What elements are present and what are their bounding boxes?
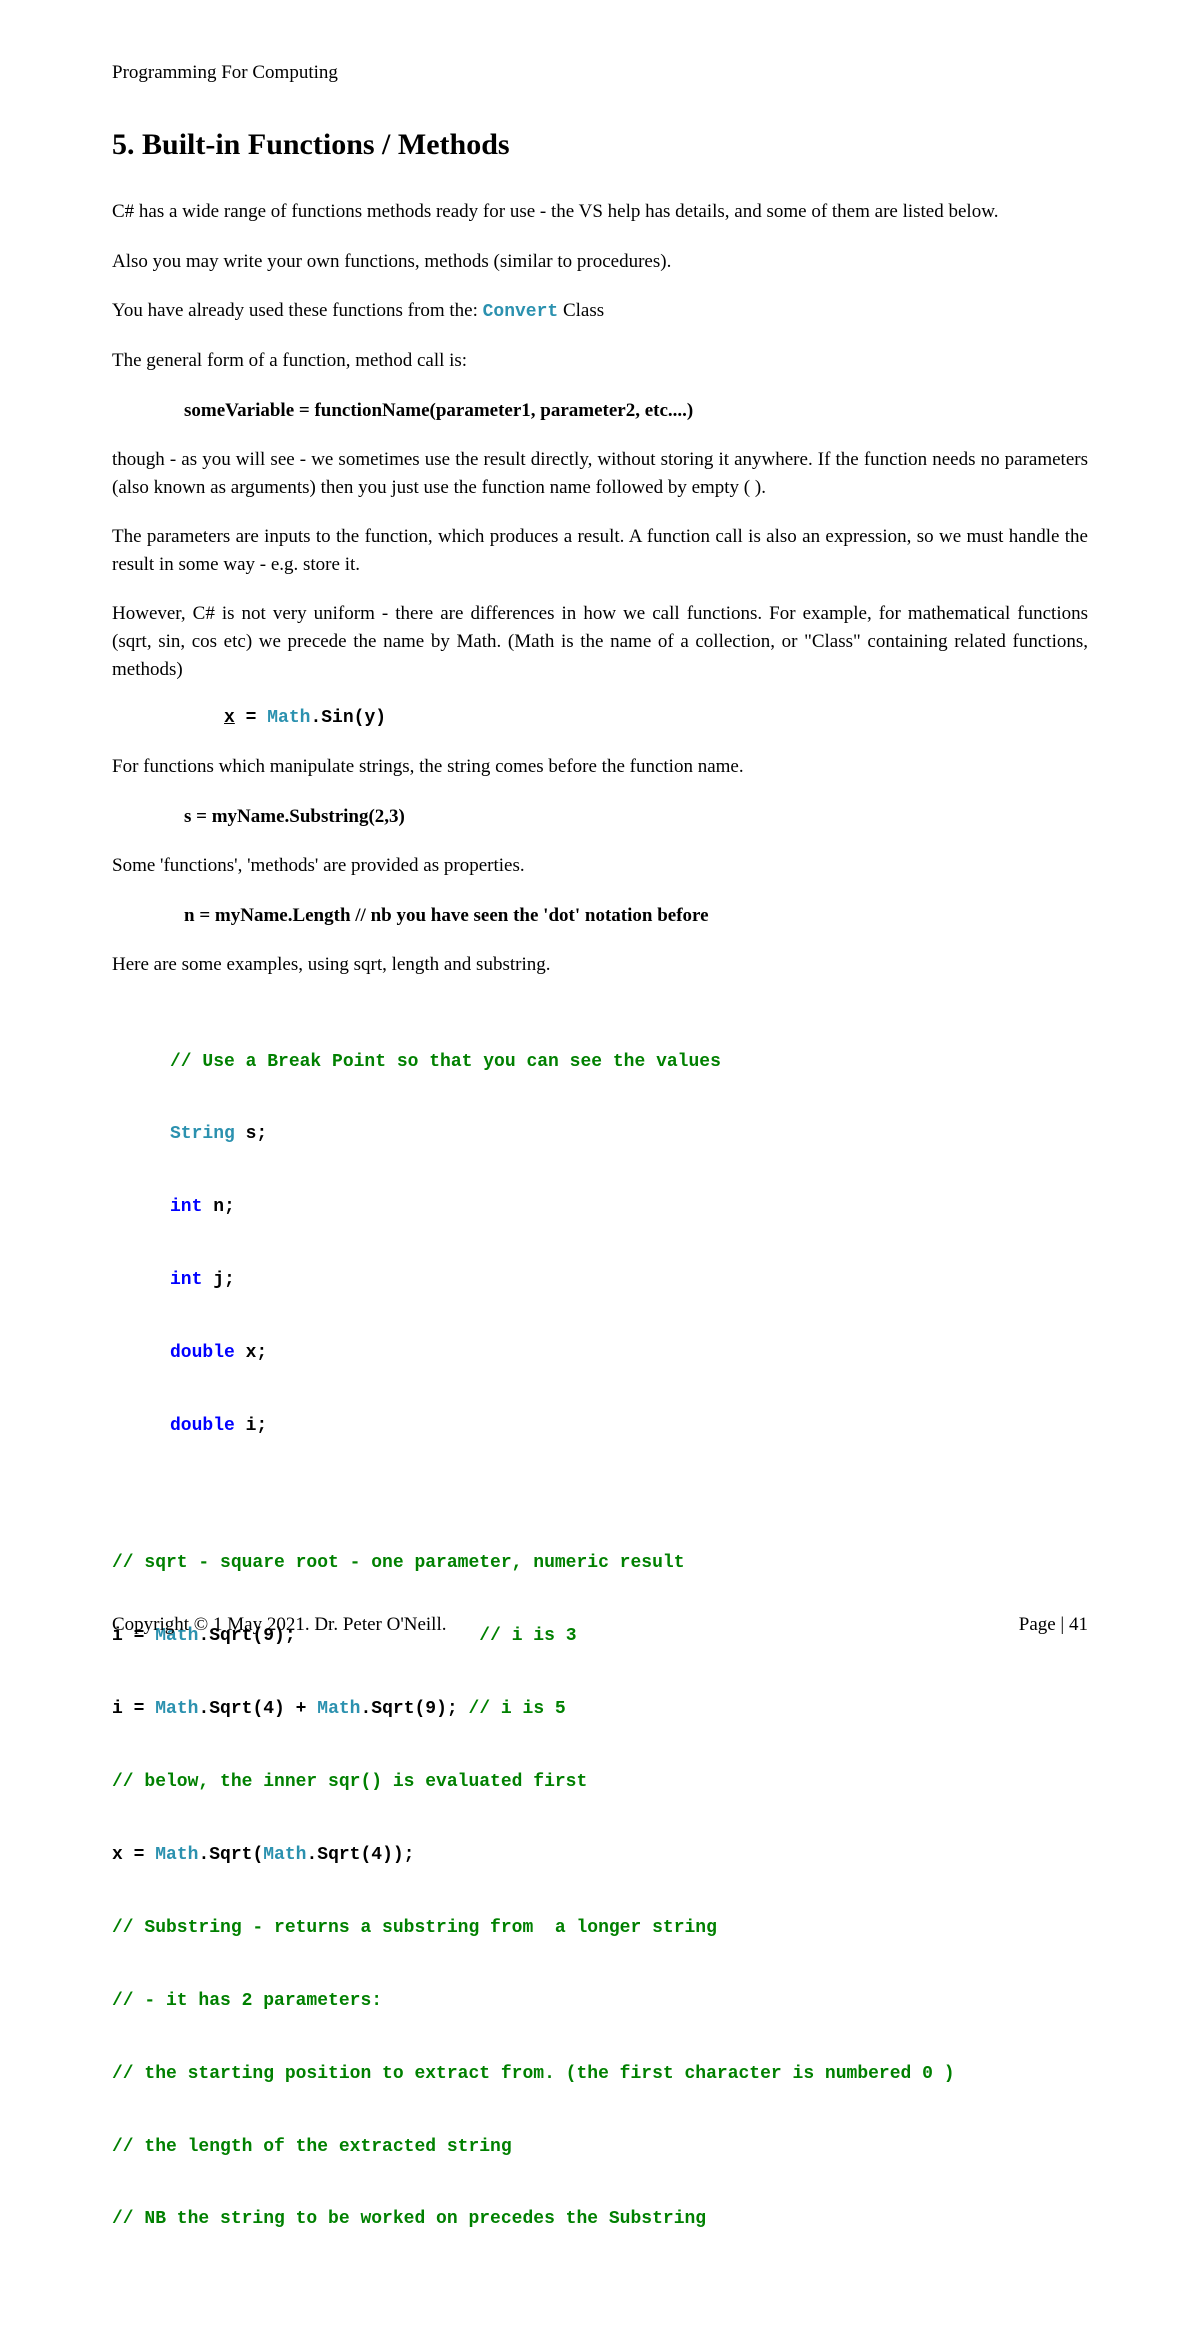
comment: // below, the inner sqr() is evaluated f… bbox=[112, 1772, 587, 1792]
text: j; bbox=[202, 1270, 234, 1290]
comment: // - it has 2 parameters: bbox=[112, 1991, 382, 2011]
text: .Sqrt(9); bbox=[360, 1699, 468, 1719]
math-class: Math bbox=[267, 708, 310, 728]
para-though: though - as you will see - we sometimes … bbox=[112, 446, 1088, 501]
text: i; bbox=[235, 1416, 267, 1436]
text: Class bbox=[558, 300, 604, 321]
formula-length: n = myName.Length // nb you have seen th… bbox=[184, 902, 1088, 930]
code-block-declarations: // Use a Break Point so that you can see… bbox=[170, 1001, 1088, 1487]
text: x; bbox=[235, 1343, 267, 1363]
comment: // the length of the extracted string bbox=[112, 2137, 512, 2157]
para-general-form: The general form of a function, method c… bbox=[112, 347, 1088, 375]
math-class: Math bbox=[155, 1845, 198, 1865]
comment: // i is 5 bbox=[469, 1699, 566, 1719]
comment: // sqrt - square root - one parameter, n… bbox=[112, 1553, 685, 1573]
footer-copyright: Copyright © 1 May 2021. Dr. Peter O'Neil… bbox=[112, 1614, 447, 1636]
comment: // Substring - returns a substring from … bbox=[112, 1918, 717, 1938]
section-title: 5. Built-in Functions / Methods bbox=[112, 128, 1088, 162]
para-examples: Here are some examples, using sqrt, leng… bbox=[112, 951, 1088, 979]
code-math-sin: x = Math.Sin(y) bbox=[224, 705, 1088, 731]
math-class: Math bbox=[317, 1699, 360, 1719]
page-header: Programming For Computing bbox=[112, 62, 1088, 84]
footer-page-number: Page | 41 bbox=[1019, 1614, 1088, 1636]
para-strings: For functions which manipulate strings, … bbox=[112, 753, 1088, 781]
para-own-functions: Also you may write your own functions, m… bbox=[112, 248, 1088, 276]
para-convert: You have already used these functions fr… bbox=[112, 297, 1088, 325]
keyword: String bbox=[170, 1124, 235, 1144]
para-intro: C# has a wide range of functions methods… bbox=[112, 198, 1088, 226]
formula-substring: s = myName.Substring(2,3) bbox=[184, 803, 1088, 831]
text: .Sqrt(4)); bbox=[306, 1845, 414, 1865]
formula-function-call: someVariable = functionName(parameter1, … bbox=[184, 397, 1088, 425]
math-class: Math bbox=[263, 1845, 306, 1865]
text: .Sin(y) bbox=[310, 708, 386, 728]
comment: // the starting position to extract from… bbox=[112, 2064, 955, 2084]
text: s; bbox=[235, 1124, 267, 1144]
text: .Sqrt( bbox=[198, 1845, 263, 1865]
text: = bbox=[235, 708, 267, 728]
convert-class: Convert bbox=[483, 302, 559, 322]
keyword: double bbox=[170, 1343, 235, 1363]
text: You have already used these functions fr… bbox=[112, 300, 483, 321]
keyword: int bbox=[170, 1270, 202, 1290]
text: n; bbox=[202, 1197, 234, 1217]
math-class: Math bbox=[155, 1699, 198, 1719]
para-properties: Some 'functions', 'methods' are provided… bbox=[112, 852, 1088, 880]
comment: // NB the string to be worked on precede… bbox=[112, 2209, 706, 2229]
text: .Sqrt(4) + bbox=[198, 1699, 317, 1719]
para-parameters: The parameters are inputs to the functio… bbox=[112, 523, 1088, 578]
text: i = bbox=[112, 1699, 155, 1719]
comment: // Use a Break Point so that you can see… bbox=[170, 1052, 721, 1072]
para-not-uniform: However, C# is not very uniform - there … bbox=[112, 600, 1088, 683]
var-x: x bbox=[224, 708, 235, 728]
text: x = bbox=[112, 1845, 155, 1865]
keyword: int bbox=[170, 1197, 202, 1217]
keyword: double bbox=[170, 1416, 235, 1436]
